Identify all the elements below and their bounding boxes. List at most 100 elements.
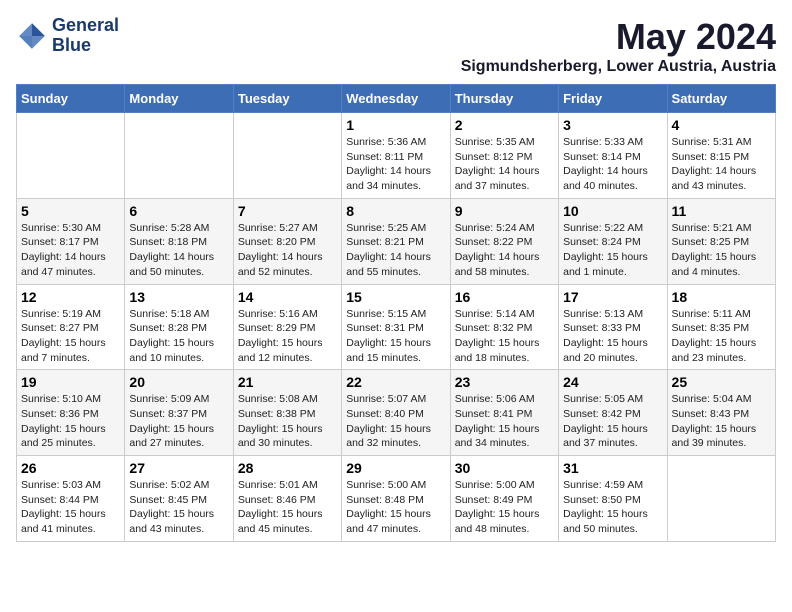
day-info: Sunrise: 5:11 AM Sunset: 8:35 PM Dayligh… <box>672 307 771 366</box>
day-info: Sunrise: 5:09 AM Sunset: 8:37 PM Dayligh… <box>129 392 228 451</box>
calendar-cell: 2 Sunrise: 5:35 AM Sunset: 8:12 PM Daylig… <box>450 113 558 199</box>
day-info: Sunrise: 5:18 AM Sunset: 8:28 PM Dayligh… <box>129 307 228 366</box>
header-cell-sunday: Sunday <box>17 85 125 113</box>
day-info: Sunrise: 5:03 AM Sunset: 8:44 PM Dayligh… <box>21 478 120 537</box>
calendar-cell: 11 Sunrise: 5:21 AM Sunset: 8:25 PM Dayli… <box>667 198 775 284</box>
calendar-cell: 12 Sunrise: 5:19 AM Sunset: 8:27 PM Dayli… <box>17 284 125 370</box>
calendar-cell: 29 Sunrise: 5:00 AM Sunset: 8:48 PM Dayli… <box>342 456 450 542</box>
day-info: Sunrise: 5:36 AM Sunset: 8:11 PM Dayligh… <box>346 135 445 194</box>
calendar-cell: 19Sunrise: 5:10 AM Sunset: 8:36 PM Dayli… <box>17 370 125 456</box>
day-info: Sunrise: 5:08 AM Sunset: 8:38 PM Dayligh… <box>238 392 337 451</box>
week-row-5: 26 Sunrise: 5:03 AM Sunset: 8:44 PM Dayli… <box>17 456 776 542</box>
day-number: 4 <box>672 117 771 133</box>
calendar-cell: 10 Sunrise: 5:22 AM Sunset: 8:24 PM Dayli… <box>559 198 667 284</box>
day-info: Sunrise: 5:04 AM Sunset: 8:43 PM Dayligh… <box>672 392 771 451</box>
calendar-cell: 15 Sunrise: 5:15 AM Sunset: 8:31 PM Dayli… <box>342 284 450 370</box>
day-info: Sunrise: 4:59 AM Sunset: 8:50 PM Dayligh… <box>563 478 662 537</box>
day-number: 1 <box>346 117 445 133</box>
day-info: Sunrise: 5:35 AM Sunset: 8:12 PM Dayligh… <box>455 135 554 194</box>
month-title: May 2024 <box>461 16 776 58</box>
calendar-cell: 26 Sunrise: 5:03 AM Sunset: 8:44 PM Dayli… <box>17 456 125 542</box>
day-number: 22 <box>346 374 445 390</box>
title-block: May 2024 Sigmundsherberg, Lower Austria,… <box>461 16 776 76</box>
day-number: 12 <box>21 289 120 305</box>
day-number: 5 <box>21 203 120 219</box>
day-number: 18 <box>672 289 771 305</box>
calendar-cell: 5 Sunrise: 5:30 AM Sunset: 8:17 PM Daylig… <box>17 198 125 284</box>
day-info: Sunrise: 5:33 AM Sunset: 8:14 PM Dayligh… <box>563 135 662 194</box>
calendar-table: SundayMondayTuesdayWednesdayThursdayFrid… <box>16 84 776 542</box>
day-number: 24 <box>563 374 662 390</box>
day-number: 10 <box>563 203 662 219</box>
calendar-body: 1 Sunrise: 5:36 AM Sunset: 8:11 PM Daylig… <box>17 113 776 542</box>
header-cell-wednesday: Wednesday <box>342 85 450 113</box>
calendar-cell: 6 Sunrise: 5:28 AM Sunset: 8:18 PM Daylig… <box>125 198 233 284</box>
day-info: Sunrise: 5:06 AM Sunset: 8:41 PM Dayligh… <box>455 392 554 451</box>
calendar-header: SundayMondayTuesdayWednesdayThursdayFrid… <box>17 85 776 113</box>
day-info: Sunrise: 5:19 AM Sunset: 8:27 PM Dayligh… <box>21 307 120 366</box>
header-cell-saturday: Saturday <box>667 85 775 113</box>
calendar-cell: 18 Sunrise: 5:11 AM Sunset: 8:35 PM Dayli… <box>667 284 775 370</box>
header-cell-thursday: Thursday <box>450 85 558 113</box>
calendar-cell: 8 Sunrise: 5:25 AM Sunset: 8:21 PM Daylig… <box>342 198 450 284</box>
day-info: Sunrise: 5:31 AM Sunset: 8:15 PM Dayligh… <box>672 135 771 194</box>
calendar-cell: 22 Sunrise: 5:07 AM Sunset: 8:40 PM Dayli… <box>342 370 450 456</box>
day-number: 23 <box>455 374 554 390</box>
calendar-cell: 16Sunrise: 5:14 AM Sunset: 8:32 PM Dayli… <box>450 284 558 370</box>
calendar-cell: 25 Sunrise: 5:04 AM Sunset: 8:43 PM Dayli… <box>667 370 775 456</box>
calendar-cell: 3Sunrise: 5:33 AM Sunset: 8:14 PM Daylig… <box>559 113 667 199</box>
calendar-cell <box>233 113 341 199</box>
calendar-cell: 4 Sunrise: 5:31 AM Sunset: 8:15 PM Daylig… <box>667 113 775 199</box>
day-number: 28 <box>238 460 337 476</box>
day-number: 19 <box>21 374 120 390</box>
calendar-cell: 23 Sunrise: 5:06 AM Sunset: 8:41 PM Dayli… <box>450 370 558 456</box>
week-row-3: 12 Sunrise: 5:19 AM Sunset: 8:27 PM Dayli… <box>17 284 776 370</box>
day-number: 14 <box>238 289 337 305</box>
calendar-cell <box>125 113 233 199</box>
calendar-cell: 17Sunrise: 5:13 AM Sunset: 8:33 PM Dayli… <box>559 284 667 370</box>
logo: General Blue <box>16 16 119 56</box>
day-info: Sunrise: 5:16 AM Sunset: 8:29 PM Dayligh… <box>238 307 337 366</box>
calendar-cell: 27Sunrise: 5:02 AM Sunset: 8:45 PM Dayli… <box>125 456 233 542</box>
calendar-cell: 14 Sunrise: 5:16 AM Sunset: 8:29 PM Dayli… <box>233 284 341 370</box>
day-number: 17 <box>563 289 662 305</box>
day-number: 29 <box>346 460 445 476</box>
day-number: 6 <box>129 203 228 219</box>
day-info: Sunrise: 5:22 AM Sunset: 8:24 PM Dayligh… <box>563 221 662 280</box>
calendar-cell: 21 Sunrise: 5:08 AM Sunset: 8:38 PM Dayli… <box>233 370 341 456</box>
logo-text: General Blue <box>52 16 119 56</box>
day-info: Sunrise: 5:07 AM Sunset: 8:40 PM Dayligh… <box>346 392 445 451</box>
day-info: Sunrise: 5:30 AM Sunset: 8:17 PM Dayligh… <box>21 221 120 280</box>
day-number: 11 <box>672 203 771 219</box>
logo-icon <box>16 20 48 52</box>
calendar-cell <box>667 456 775 542</box>
day-info: Sunrise: 5:21 AM Sunset: 8:25 PM Dayligh… <box>672 221 771 280</box>
header-cell-monday: Monday <box>125 85 233 113</box>
header-row: SundayMondayTuesdayWednesdayThursdayFrid… <box>17 85 776 113</box>
day-number: 8 <box>346 203 445 219</box>
day-info: Sunrise: 5:00 AM Sunset: 8:49 PM Dayligh… <box>455 478 554 537</box>
calendar-cell: 31Sunrise: 4:59 AM Sunset: 8:50 PM Dayli… <box>559 456 667 542</box>
day-number: 2 <box>455 117 554 133</box>
day-number: 15 <box>346 289 445 305</box>
calendar-cell <box>17 113 125 199</box>
location-title: Sigmundsherberg, Lower Austria, Austria <box>461 58 776 76</box>
header-cell-friday: Friday <box>559 85 667 113</box>
day-info: Sunrise: 5:00 AM Sunset: 8:48 PM Dayligh… <box>346 478 445 537</box>
calendar-cell: 24Sunrise: 5:05 AM Sunset: 8:42 PM Dayli… <box>559 370 667 456</box>
day-info: Sunrise: 5:25 AM Sunset: 8:21 PM Dayligh… <box>346 221 445 280</box>
calendar-cell: 30Sunrise: 5:00 AM Sunset: 8:49 PM Dayli… <box>450 456 558 542</box>
day-number: 9 <box>455 203 554 219</box>
day-info: Sunrise: 5:27 AM Sunset: 8:20 PM Dayligh… <box>238 221 337 280</box>
calendar-cell: 9 Sunrise: 5:24 AM Sunset: 8:22 PM Daylig… <box>450 198 558 284</box>
day-number: 25 <box>672 374 771 390</box>
day-info: Sunrise: 5:24 AM Sunset: 8:22 PM Dayligh… <box>455 221 554 280</box>
day-number: 26 <box>21 460 120 476</box>
day-info: Sunrise: 5:15 AM Sunset: 8:31 PM Dayligh… <box>346 307 445 366</box>
calendar-cell: 1 Sunrise: 5:36 AM Sunset: 8:11 PM Daylig… <box>342 113 450 199</box>
day-number: 21 <box>238 374 337 390</box>
day-info: Sunrise: 5:28 AM Sunset: 8:18 PM Dayligh… <box>129 221 228 280</box>
calendar-cell: 13Sunrise: 5:18 AM Sunset: 8:28 PM Dayli… <box>125 284 233 370</box>
calendar-cell: 28Sunrise: 5:01 AM Sunset: 8:46 PM Dayli… <box>233 456 341 542</box>
week-row-4: 19Sunrise: 5:10 AM Sunset: 8:36 PM Dayli… <box>17 370 776 456</box>
